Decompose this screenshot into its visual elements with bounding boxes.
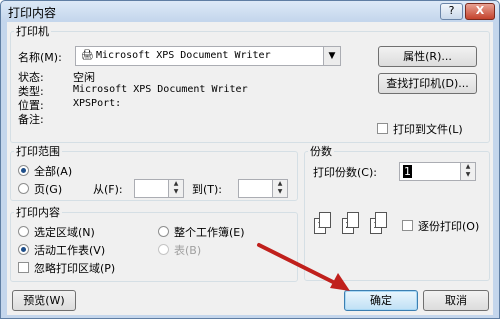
help-button[interactable]: ? <box>440 3 463 20</box>
close-button[interactable]: X <box>465 3 495 20</box>
window-title: 打印内容 <box>8 6 57 20</box>
dialog-body: 打印机 名称(M): 🖨 Microsoft XPS Document Writ… <box>7 22 493 315</box>
annotation-arrow-icon <box>257 243 350 291</box>
print-dialog: 打印内容 ? X 打印机 名称(M): 🖨 Microsoft XPS Docu… <box>0 0 500 319</box>
title-bar: 打印内容 ? X <box>1 1 499 22</box>
